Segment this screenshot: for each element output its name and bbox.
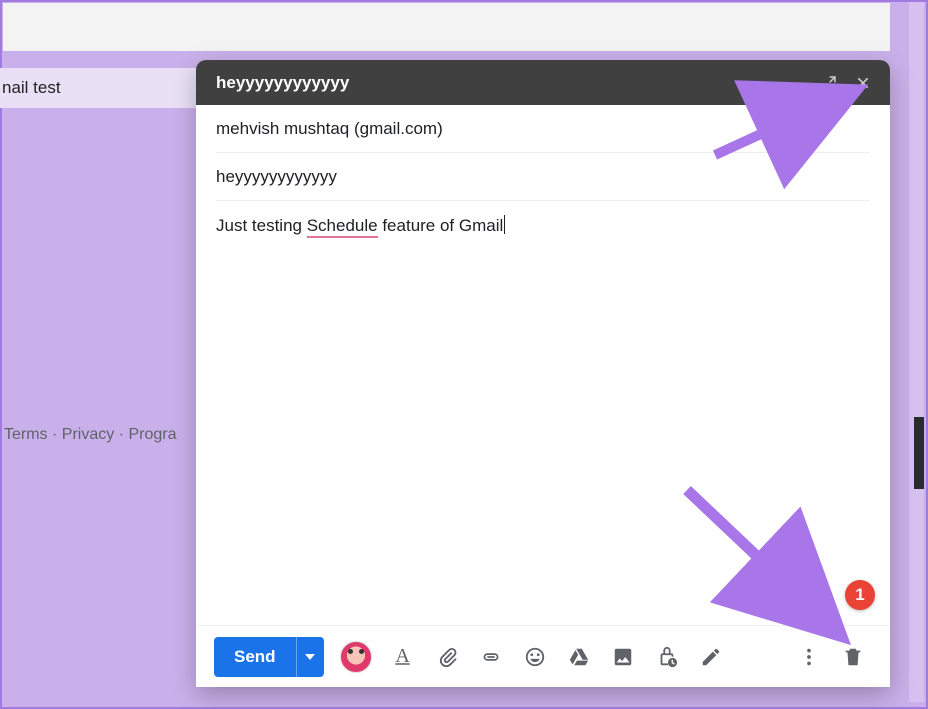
to-value: mehvish mushtaq (gmail.com) <box>216 119 443 139</box>
minimize-icon[interactable] <box>782 70 808 96</box>
footer-links: Terms · Privacy · Progra <box>4 426 176 444</box>
gmail-top-bar <box>3 3 890 51</box>
pen-icon[interactable] <box>692 638 730 676</box>
footer-privacy[interactable]: Privacy <box>62 426 114 443</box>
confidential-icon[interactable] <box>648 638 686 676</box>
to-field[interactable]: mehvish mushtaq (gmail.com) <box>216 105 870 153</box>
send-button[interactable]: Send <box>214 637 296 677</box>
more-options-icon[interactable] <box>790 638 828 676</box>
scrollbar-track[interactable] <box>909 2 924 702</box>
avatar[interactable] <box>340 641 372 673</box>
formatting-icon[interactable]: A <box>384 638 422 676</box>
text-cursor <box>504 215 505 234</box>
link-icon[interactable] <box>472 638 510 676</box>
send-group: Send <box>214 637 324 677</box>
thread-row[interactable]: nail test <box>0 68 196 108</box>
drive-icon[interactable] <box>560 638 598 676</box>
compose-toolbar: Send A <box>196 625 890 687</box>
thread-subject: nail test <box>2 78 61 98</box>
subject-value: heyyyyyyyyyyyy <box>216 167 337 187</box>
body-text-spellcheck: Schedule <box>307 216 378 238</box>
compose-title: heyyyyyyyyyyyy <box>216 73 774 93</box>
notification-badge: 1 <box>845 580 875 610</box>
discard-icon[interactable] <box>834 638 872 676</box>
emoji-icon[interactable] <box>516 638 554 676</box>
compose-header[interactable]: heyyyyyyyyyyyy <box>196 60 890 105</box>
subject-field[interactable]: heyyyyyyyyyyyy <box>216 153 870 201</box>
body-text-post: feature of Gmail <box>378 216 504 235</box>
footer-program[interactable]: Progra <box>128 426 176 443</box>
compose-body[interactable]: Just testing Schedule feature of Gmail <box>196 201 890 625</box>
fullscreen-icon[interactable] <box>816 70 842 96</box>
compose-window: heyyyyyyyyyyyy mehvish mushtaq (gmail.co… <box>196 60 890 687</box>
send-options-button[interactable] <box>296 637 324 677</box>
scrollbar-thumb[interactable] <box>914 417 924 489</box>
close-icon[interactable] <box>850 70 876 96</box>
footer-terms[interactable]: Terms <box>4 426 48 443</box>
body-text-pre: Just testing <box>216 216 307 235</box>
image-icon[interactable] <box>604 638 642 676</box>
attach-icon[interactable] <box>428 638 466 676</box>
